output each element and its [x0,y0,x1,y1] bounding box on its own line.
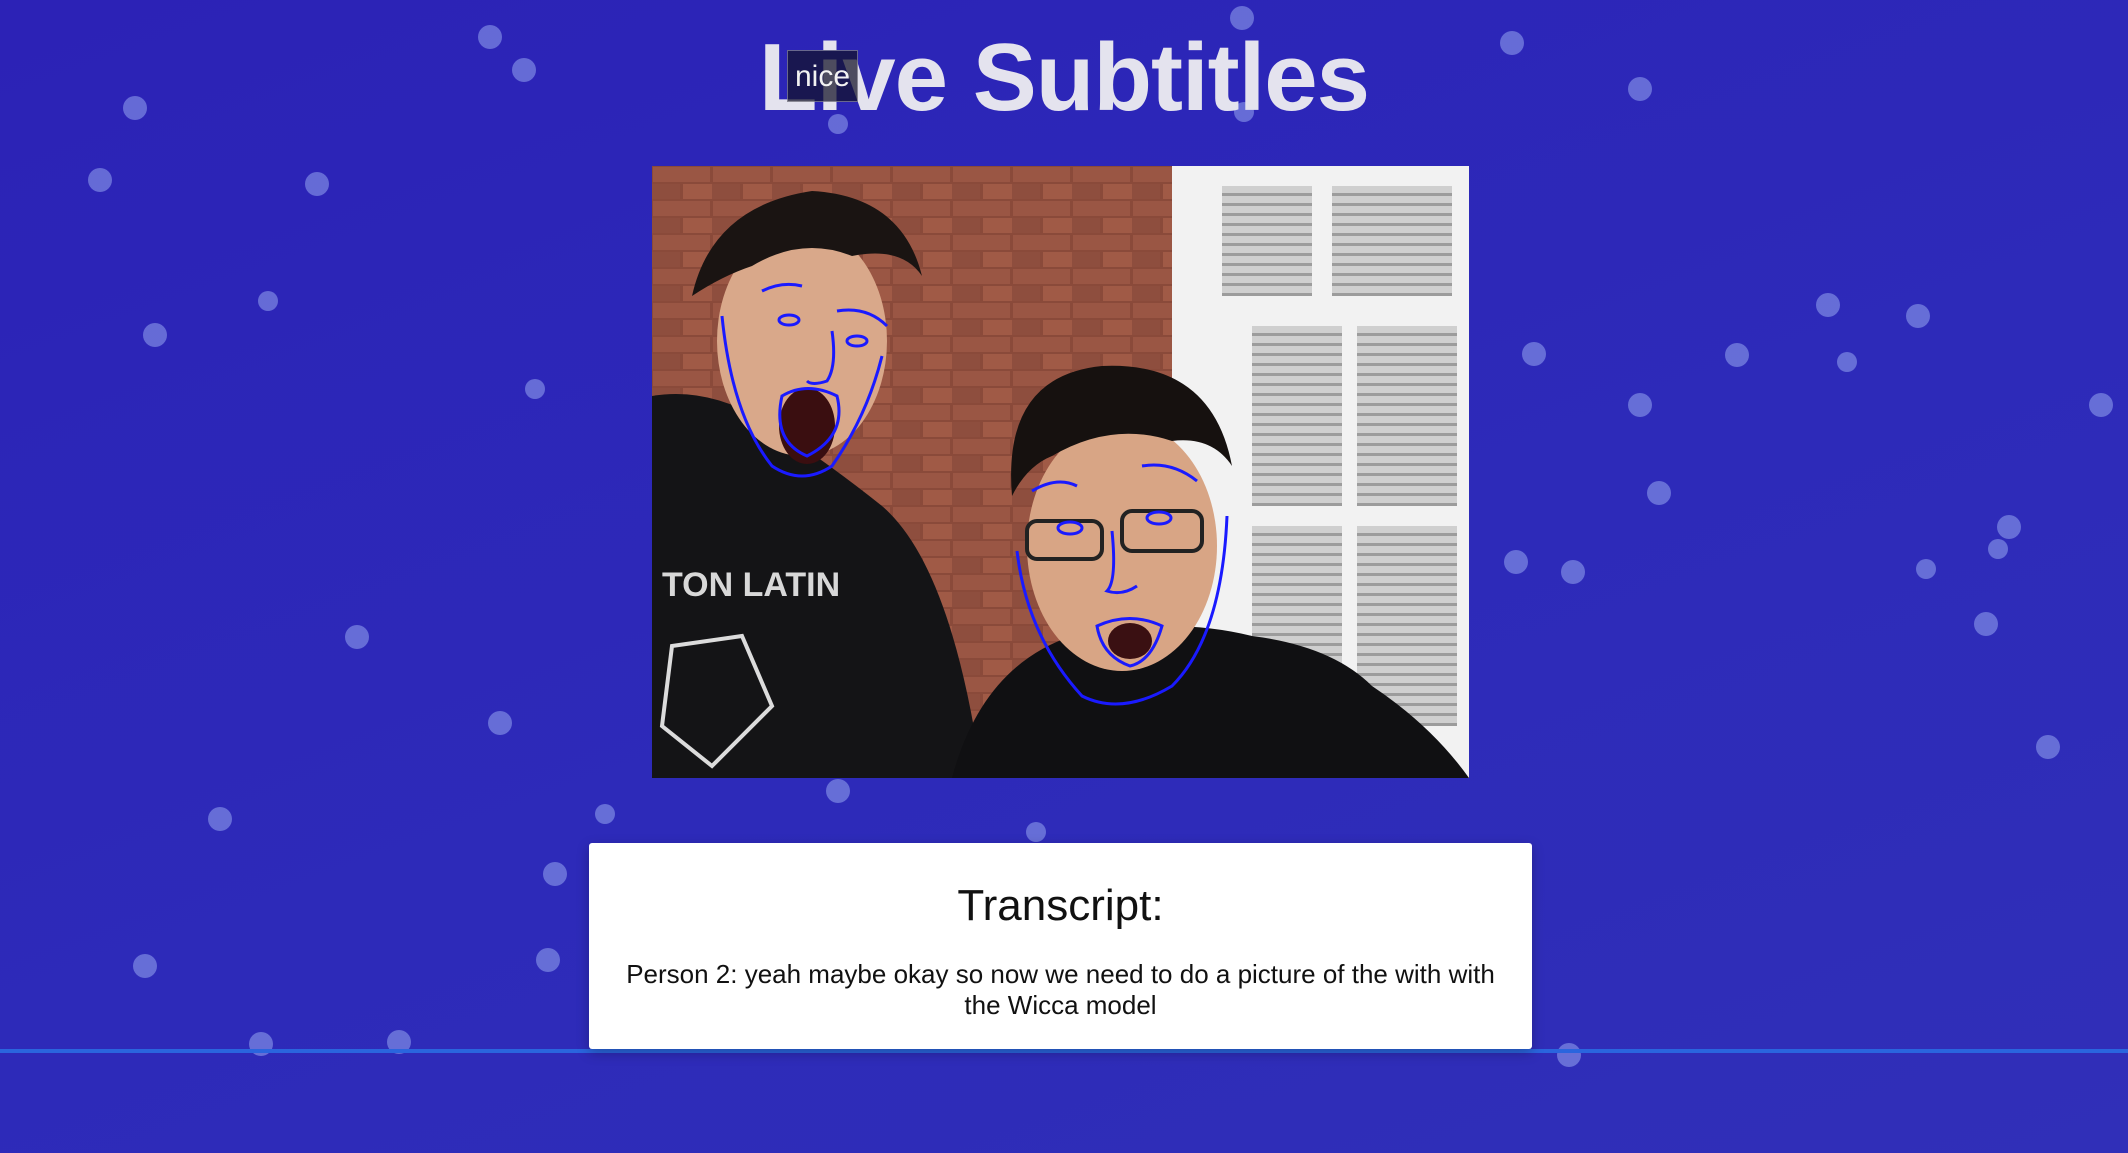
background-particle [1906,304,1930,328]
webcam-feed-image: TON LATIN [652,166,1469,778]
background-particle [1974,612,1998,636]
background-particle [133,954,157,978]
background-particle [536,948,560,972]
background-particle [826,779,850,803]
background-particle [2036,735,2060,759]
background-particle [1557,1043,1581,1067]
transcript-panel: Transcript: Person 2: yeah maybe okay so… [589,843,1532,1049]
background-particle [543,862,567,886]
background-particle [525,379,545,399]
live-subtitle-bubble: nice [787,50,858,102]
webcam-video: TON LATIN [652,166,1469,778]
background-particle [1916,559,1936,579]
background-particle [595,804,615,824]
background-particle [258,291,278,311]
background-particle [345,625,369,649]
background-particle [1725,343,1749,367]
background-particle [488,711,512,735]
background-particle [1504,550,1528,574]
background-particle [1628,393,1652,417]
page-title: Live Subtitles [758,24,1370,131]
background-particle [1988,539,2008,559]
progress-line [0,1049,2128,1053]
background-particle [208,807,232,831]
background-particle [88,168,112,192]
background-particle [2089,393,2113,417]
background-particle [1816,293,1840,317]
background-particle [1647,481,1671,505]
background-particle [1561,560,1585,584]
svg-text:TON LATIN: TON LATIN [662,566,840,604]
transcript-heading: Transcript: [957,881,1164,930]
background-particle [1026,822,1046,842]
background-particle [305,172,329,196]
transcript-text: Person 2: yeah maybe okay so now we need… [626,959,1495,1020]
background-particle [1997,515,2021,539]
background-particle [1837,352,1857,372]
background-particle [143,323,167,347]
background-particle [1522,342,1546,366]
